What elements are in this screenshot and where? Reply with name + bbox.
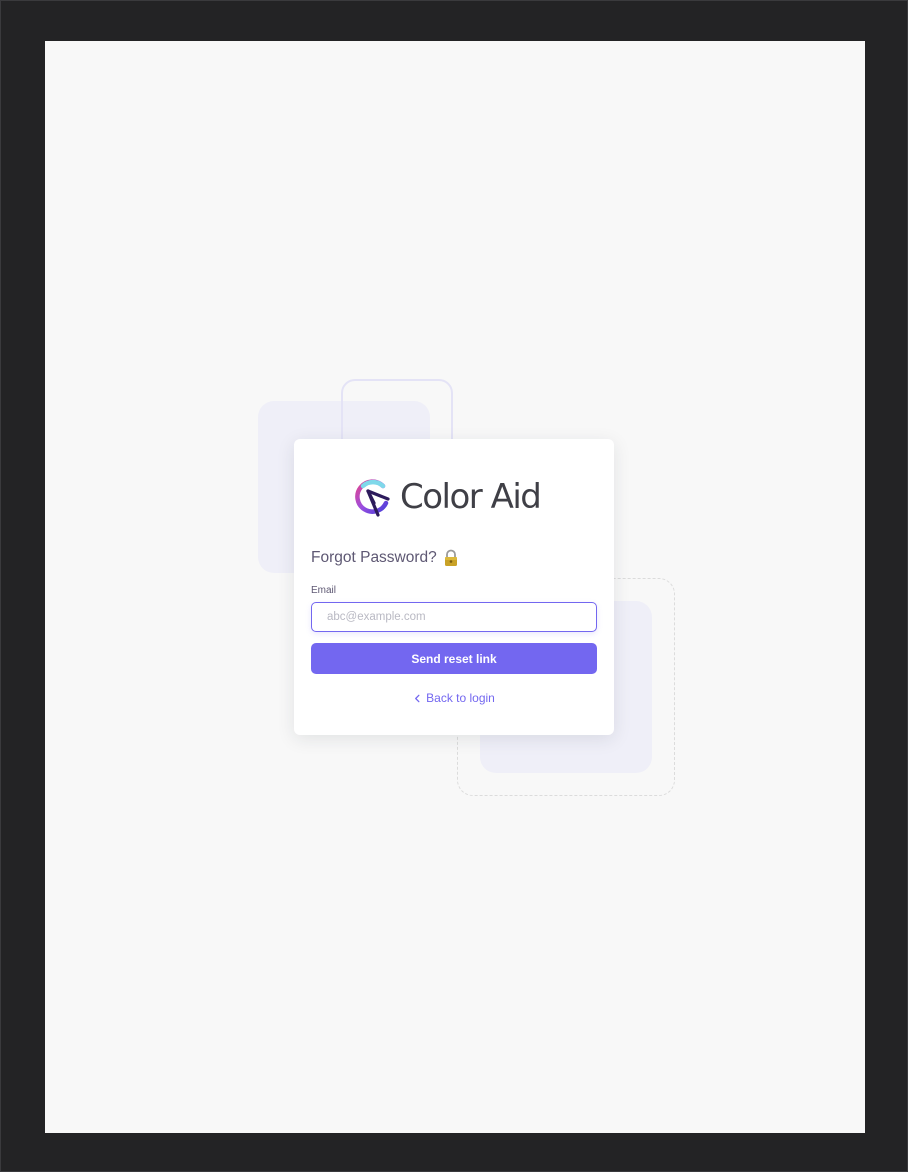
send-reset-link-button[interactable]: Send reset link [311, 643, 597, 674]
back-to-login-label: Back to login [426, 691, 495, 705]
chevron-left-icon [415, 694, 420, 702]
color-aid-logo-icon [355, 479, 390, 517]
back-to-login-link[interactable]: Back to login [294, 691, 614, 705]
page-viewport: Color Aid Forgot Password? Email Send re… [45, 41, 865, 1133]
card-title-row: Forgot Password? [311, 548, 459, 568]
brand-logo[interactable]: Color Aid [352, 477, 556, 517]
window-frame: Color Aid Forgot Password? Email Send re… [0, 0, 908, 1172]
email-input[interactable] [311, 602, 597, 632]
card-title: Forgot Password? [311, 549, 437, 566]
email-label: Email [311, 585, 337, 596]
lock-icon [444, 549, 457, 566]
brand-name: Color Aid [400, 477, 542, 517]
forgot-password-card: Color Aid Forgot Password? Email Send re… [294, 439, 614, 735]
